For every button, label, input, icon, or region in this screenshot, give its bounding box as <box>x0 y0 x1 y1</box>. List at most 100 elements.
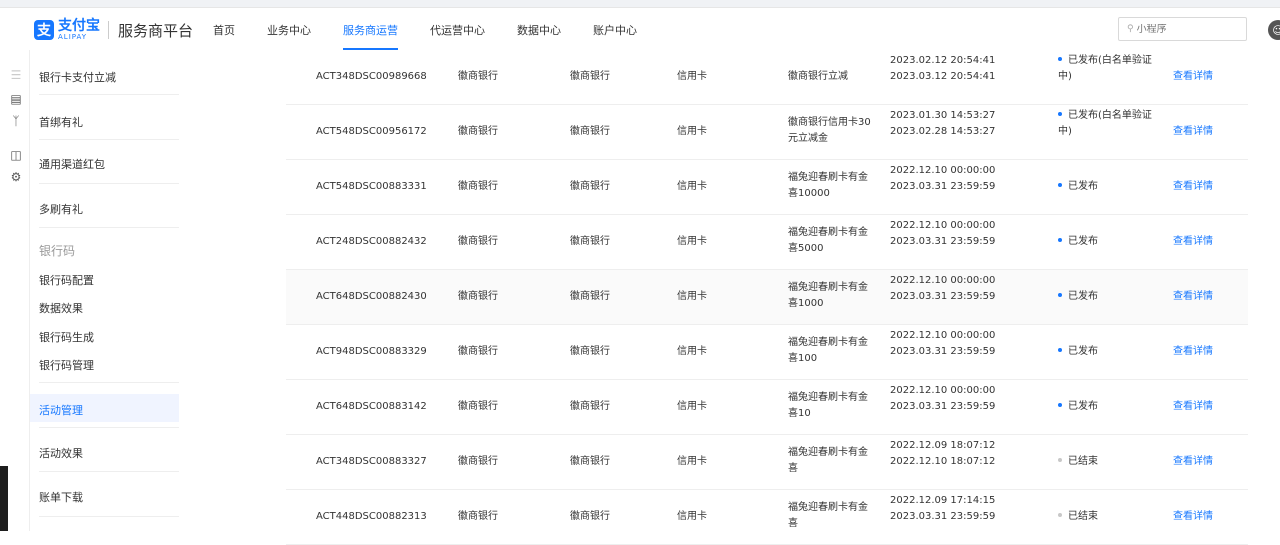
alipay-logo-icon: 支 <box>34 20 54 40</box>
status-text: 已发布 <box>1058 234 1158 250</box>
sidebar-item-bill-download[interactable]: 账单下载 <box>39 489 83 505</box>
logo-divider <box>108 21 109 39</box>
issuer-bank: 徽商银行 <box>570 511 610 522</box>
people-icon[interactable]: ᛉ <box>9 114 23 128</box>
table-row: ACT948DSC00883329 徽商银行 徽商银行 信用卡 福兔迎春刷卡有金喜100… <box>286 325 1248 380</box>
card-type: 信用卡 <box>677 346 707 357</box>
status-dot-icon <box>1058 293 1062 297</box>
activity-name: 徽商银行信用卡30元立减金 <box>788 117 871 144</box>
start-time: 2022.12.10 00:00:00 <box>890 330 996 341</box>
table-row: ACT548DSC00883331 徽商银行 徽商银行 信用卡 福兔迎春刷卡有金喜100… <box>286 160 1248 215</box>
start-time: 2022.12.09 17:14:15 <box>890 495 996 506</box>
divider <box>39 94 179 95</box>
activity-id: ACT348DSC00989668 <box>316 71 427 82</box>
view-details-link[interactable]: 查看详情 <box>1173 69 1213 85</box>
bank-name: 徽商银行 <box>458 456 498 467</box>
end-time: 2023.02.28 14:53:27 <box>890 126 996 137</box>
sidebar-item-multi-swipe[interactable]: 多刷有礼 <box>39 201 83 217</box>
search-box[interactable]: ⚲ <box>1118 17 1247 41</box>
view-details-link[interactable]: 查看详情 <box>1173 234 1213 250</box>
nav-business-center[interactable]: 业务中心 <box>267 22 311 42</box>
divider <box>39 183 179 184</box>
table-row: ACT348DSC00989668 徽商银行 徽商银行 信用卡 徽商银行立减 2023.0… <box>286 50 1248 105</box>
end-time: 2023.03.31 23:59:59 <box>890 181 996 192</box>
start-time: 2022.12.10 00:00:00 <box>890 220 996 231</box>
view-details-link[interactable]: 查看详情 <box>1173 454 1213 470</box>
tool-icon[interactable]: ⚙ <box>9 170 23 184</box>
start-time: 2022.12.10 00:00:00 <box>890 275 996 286</box>
activity-id: ACT348DSC00883327 <box>316 456 427 467</box>
nav-data-center[interactable]: 数据中心 <box>517 22 561 42</box>
search-icon: ⚲ <box>1127 24 1134 34</box>
nav-account-center[interactable]: 账户中心 <box>593 22 637 42</box>
issuer-bank: 徽商银行 <box>570 401 610 412</box>
top-strip <box>0 0 1280 8</box>
divider <box>39 382 179 383</box>
view-details-link[interactable]: 查看详情 <box>1173 509 1213 525</box>
table-row: ACT248DSC00882432 徽商银行 徽商银行 信用卡 福兔迎春刷卡有金喜500… <box>286 215 1248 270</box>
sidebar-item-channel-redpacket[interactable]: 通用渠道红包 <box>39 156 105 172</box>
card-type: 信用卡 <box>677 291 707 302</box>
service-icon[interactable]: ▤ <box>9 92 23 106</box>
end-time: 2022.12.10 18:07:12 <box>890 456 996 467</box>
bank-name: 徽商银行 <box>458 346 498 357</box>
status-text: 已发布 <box>1058 179 1158 195</box>
card-type: 信用卡 <box>677 126 707 137</box>
icon-rail: ☰ ▤ ᛉ ◫ ⚙ <box>0 50 30 531</box>
status-label: 已发布 <box>1068 236 1098 247</box>
issuer-bank: 徽商银行 <box>570 126 610 137</box>
status-text: 已发布(白名单验证中) <box>1058 108 1158 140</box>
end-time: 2023.03.31 23:59:59 <box>890 346 996 357</box>
sidebar-item-activity-effect[interactable]: 活动效果 <box>39 445 83 461</box>
menu-icon[interactable]: ☰ <box>9 68 23 82</box>
view-details-link[interactable]: 查看详情 <box>1173 124 1213 140</box>
view-details-link[interactable]: 查看详情 <box>1173 399 1213 415</box>
nav-home[interactable]: 首页 <box>213 22 235 42</box>
shop-icon[interactable]: ◫ <box>9 148 23 162</box>
issuer-bank: 徽商银行 <box>570 181 610 192</box>
view-details-link[interactable]: 查看详情 <box>1173 344 1213 360</box>
sidebar-item-code-generate[interactable]: 银行码生成 <box>39 329 94 345</box>
status-dot-icon <box>1058 348 1062 352</box>
status-label: 已发布 <box>1068 291 1098 302</box>
nav-agency-center[interactable]: 代运营中心 <box>430 22 485 42</box>
status-label: 已发布 <box>1068 401 1098 412</box>
logo-en: ALIPAY <box>58 33 88 41</box>
status-dot-icon <box>1058 403 1062 407</box>
table-row: ACT348DSC00883327 徽商银行 徽商银行 信用卡 福兔迎春刷卡有金喜 202… <box>286 435 1248 490</box>
start-time: 2022.12.09 18:07:12 <box>890 440 996 451</box>
activity-id: ACT948DSC00883329 <box>316 346 427 357</box>
sidebar-item-code-config[interactable]: 银行码配置 <box>39 272 94 288</box>
activity-id: ACT648DSC00883142 <box>316 401 427 412</box>
sidebar-item-card-discount[interactable]: 银行卡支付立减 <box>39 69 116 85</box>
search-input[interactable] <box>1136 23 1237 35</box>
sidebar-item-data-effect[interactable]: 数据效果 <box>39 300 83 316</box>
table-row: ACT548DSC00956172 徽商银行 徽商银行 信用卡 徽商银行信用卡30元立减… <box>286 105 1248 160</box>
activity-id: ACT648DSC00882430 <box>316 291 427 302</box>
logo-text: 支付宝 ALIPAY <box>58 19 100 41</box>
end-time: 2023.03.31 23:59:59 <box>890 291 996 302</box>
table-row: ACT648DSC00883142 徽商银行 徽商银行 信用卡 福兔迎春刷卡有金喜10 2… <box>286 380 1248 435</box>
logo-cn: 支付宝 <box>58 18 100 34</box>
view-details-link[interactable]: 查看详情 <box>1173 179 1213 195</box>
status-dot-icon <box>1058 513 1062 517</box>
nav-provider-operations[interactable]: 服务商运营 <box>343 22 398 50</box>
sidebar-item-code-manage[interactable]: 银行码管理 <box>39 357 94 373</box>
end-time: 2023.03.31 23:59:59 <box>890 401 996 412</box>
divider <box>39 471 179 472</box>
status-text: 已发布 <box>1058 289 1158 305</box>
issuer-bank: 徽商银行 <box>570 236 610 247</box>
sidebar: 银行卡支付立减 首绑有礼 通用渠道红包 多刷有礼 银行码 银行码配置 数据效果 … <box>30 50 185 531</box>
status-dot-icon <box>1058 57 1062 61</box>
alipay-logo[interactable]: 支 支付宝 ALIPAY 服务商平台 <box>34 19 193 41</box>
status-label: 已发布 <box>1068 346 1098 357</box>
activity-id: ACT248DSC00882432 <box>316 236 427 247</box>
card-type: 信用卡 <box>677 511 707 522</box>
user-avatar-icon[interactable]: ☺ <box>1268 20 1280 40</box>
status-label: 已发布(白名单验证中) <box>1058 55 1152 82</box>
view-details-link[interactable]: 查看详情 <box>1173 289 1213 305</box>
sidebar-item-first-bind[interactable]: 首绑有礼 <box>39 114 83 130</box>
sidebar-item-activity-manage[interactable]: 活动管理 <box>39 402 83 418</box>
window-edge <box>0 466 8 531</box>
sidebar-group-bank-code: 银行码 <box>39 244 76 258</box>
